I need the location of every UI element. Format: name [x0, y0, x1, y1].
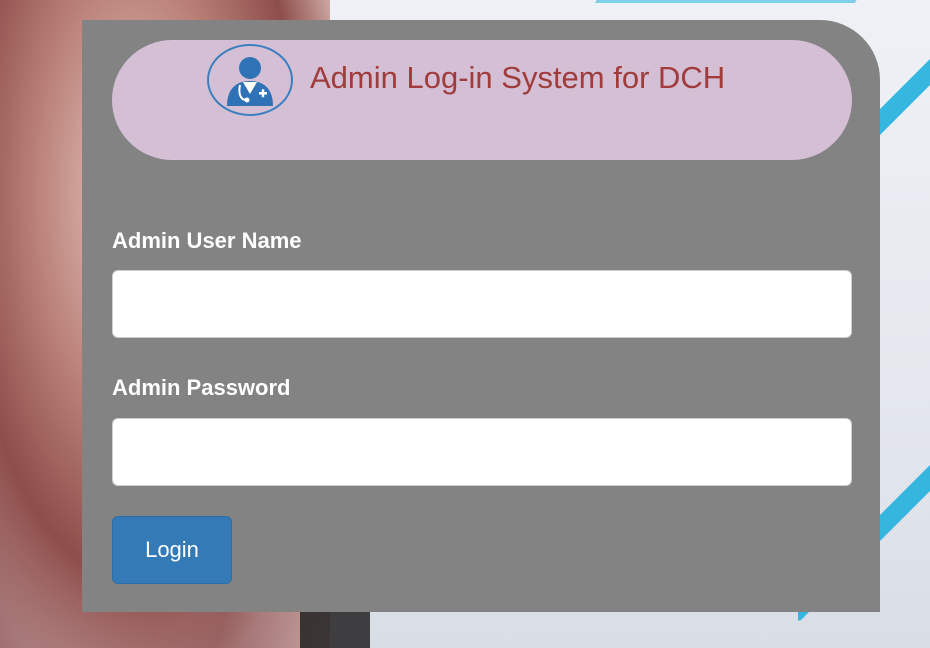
- page: Admin Log-in System for DCH Admin User N…: [0, 0, 930, 648]
- header-banner: Admin Log-in System for DCH: [112, 40, 852, 160]
- username-label: Admin User Name: [112, 228, 302, 253]
- login-button[interactable]: Login: [112, 516, 232, 584]
- doctor-avatar-icon: [207, 44, 293, 116]
- password-label: Admin Password: [112, 375, 291, 400]
- page-title: Admin Log-in System for DCH: [310, 60, 726, 95]
- background-dark-stripe: [300, 608, 370, 648]
- login-panel: Admin Log-in System for DCH Admin User N…: [82, 20, 880, 612]
- username-input[interactable]: [112, 270, 852, 338]
- password-input[interactable]: [112, 418, 852, 486]
